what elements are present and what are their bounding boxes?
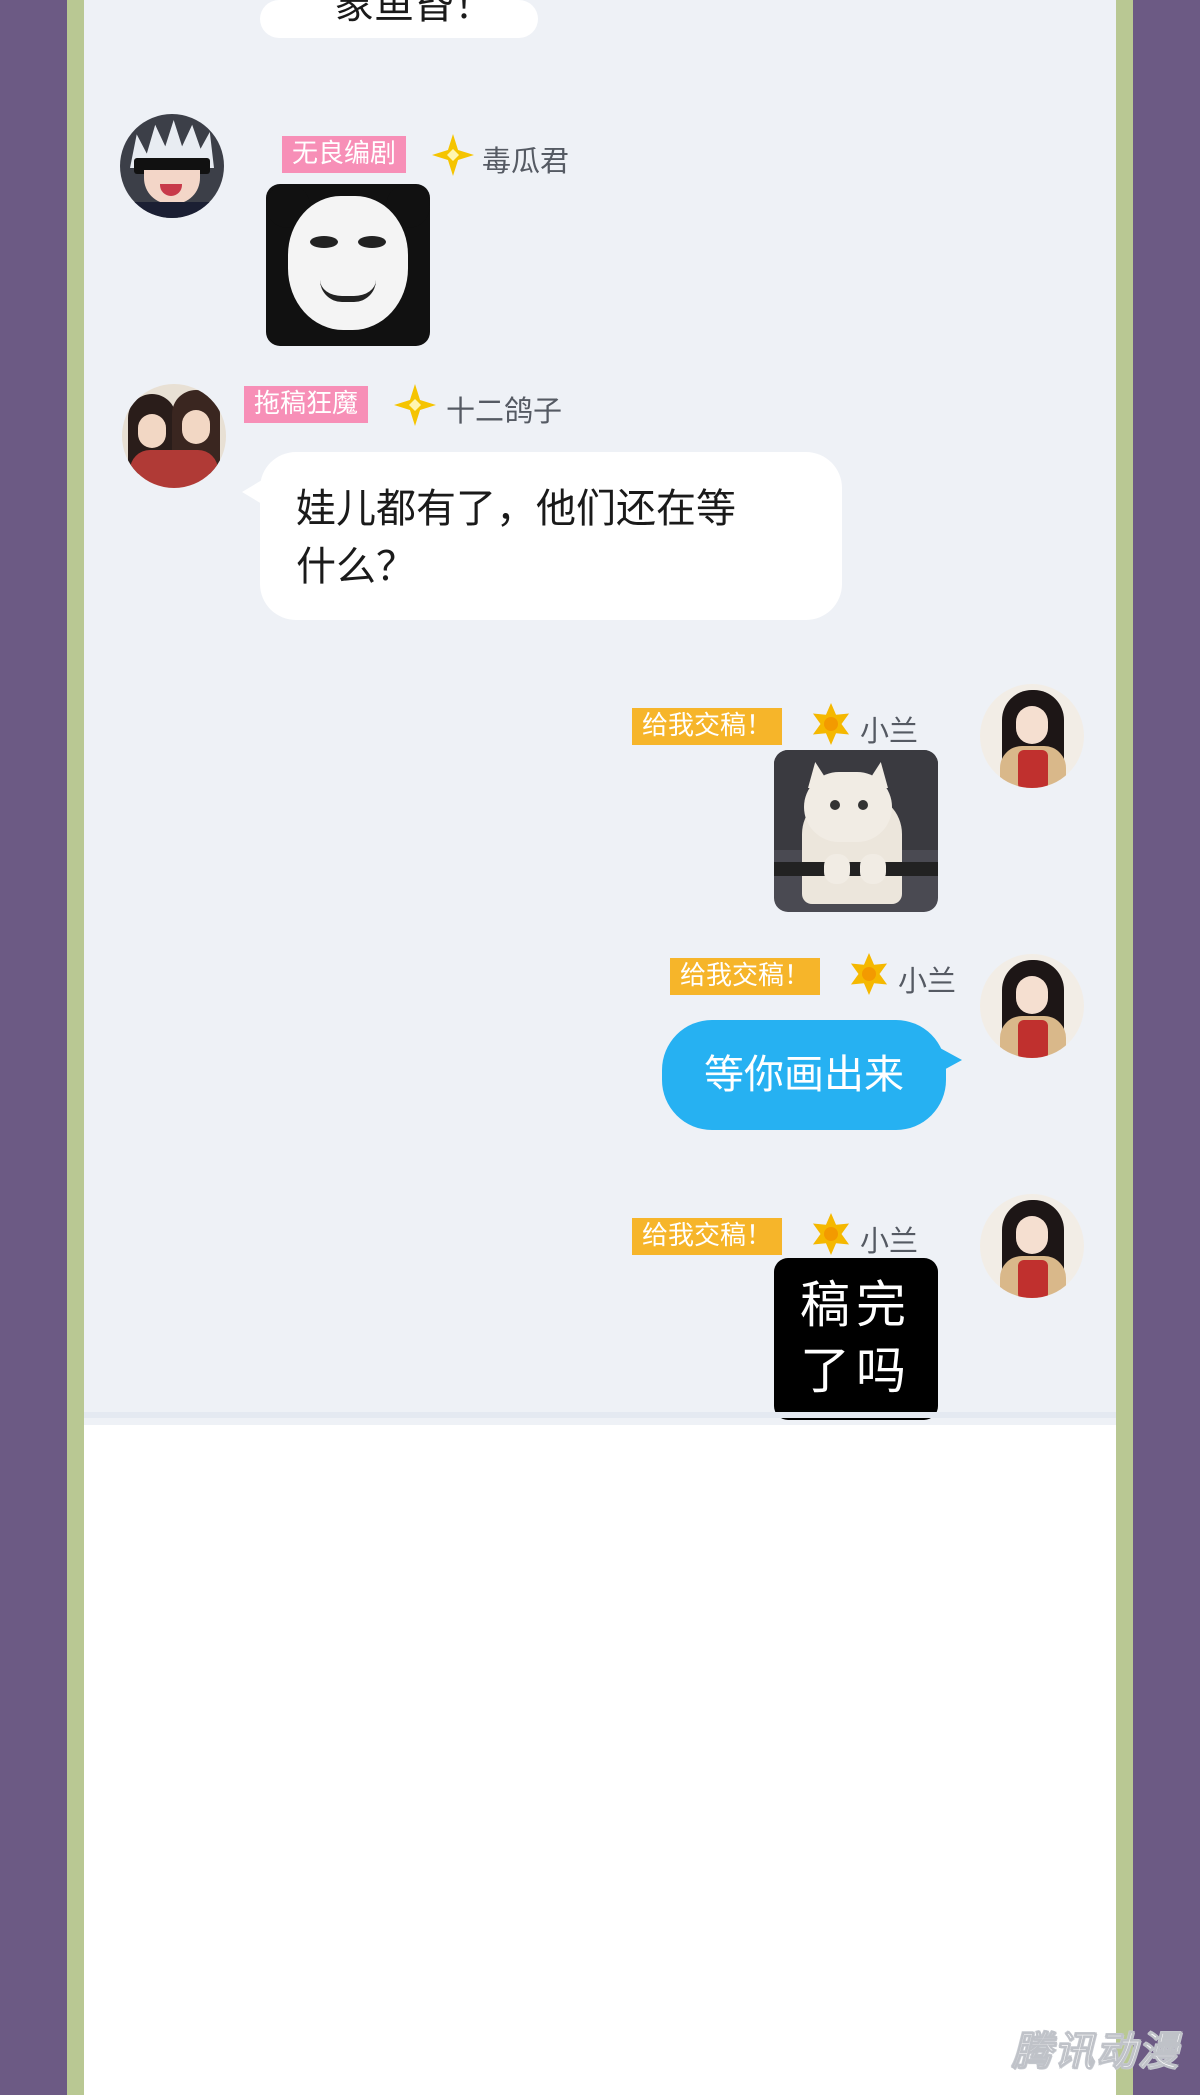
title-badge: 给我交稿！	[670, 958, 821, 995]
flower-star-icon	[812, 703, 850, 745]
avatar[interactable]	[980, 684, 1084, 788]
title-badge: 给我交稿！	[632, 708, 783, 745]
sender-name: 小兰	[898, 964, 957, 998]
text-sticker[interactable]: 稿完 了吗	[774, 1258, 938, 1420]
sender-name: 十二鸽子	[446, 394, 563, 428]
sender-name: 毒瓜君	[482, 144, 570, 178]
sender-name: 小兰	[860, 1224, 919, 1258]
sender-name: 小兰	[860, 714, 919, 748]
avatar[interactable]	[980, 1194, 1084, 1298]
chat-divider	[84, 1412, 1116, 1418]
message-text: 象鱼昏！	[334, 0, 494, 28]
star-icon	[432, 134, 474, 176]
chat-screen: 象鱼昏！ 无良编剧 毒瓜君 拖稿狂魔 十二鸽子 娃儿都有了，他们还在等 什么？ …	[84, 0, 1116, 2095]
flower-star-icon	[812, 1213, 850, 1255]
flower-star-icon	[850, 953, 888, 995]
title-badge: 无良编剧	[282, 136, 407, 173]
avatar[interactable]	[122, 384, 226, 488]
avatar[interactable]	[120, 114, 224, 218]
avatar[interactable]	[980, 954, 1084, 1058]
title-badge: 给我交稿！	[632, 1218, 783, 1255]
bubble-tail	[940, 1048, 962, 1072]
cat-sticker[interactable]	[774, 750, 938, 912]
message-bubble[interactable]: 娃儿都有了，他们还在等 什么？	[260, 452, 842, 620]
message-bubble-partial: 象鱼昏！	[260, 0, 538, 38]
message-bubble[interactable]: 等你画出来	[662, 1020, 946, 1130]
title-badge: 拖稿狂魔	[244, 386, 369, 423]
chat-area[interactable]: 象鱼昏！ 无良编剧 毒瓜君 拖稿狂魔 十二鸽子 娃儿都有了，他们还在等 什么？ …	[84, 0, 1116, 1425]
watermark-logo: 腾讯动漫	[1012, 2029, 1180, 2076]
star-icon	[394, 384, 436, 426]
panda-sticker[interactable]	[266, 184, 430, 346]
bubble-tail	[242, 480, 262, 504]
